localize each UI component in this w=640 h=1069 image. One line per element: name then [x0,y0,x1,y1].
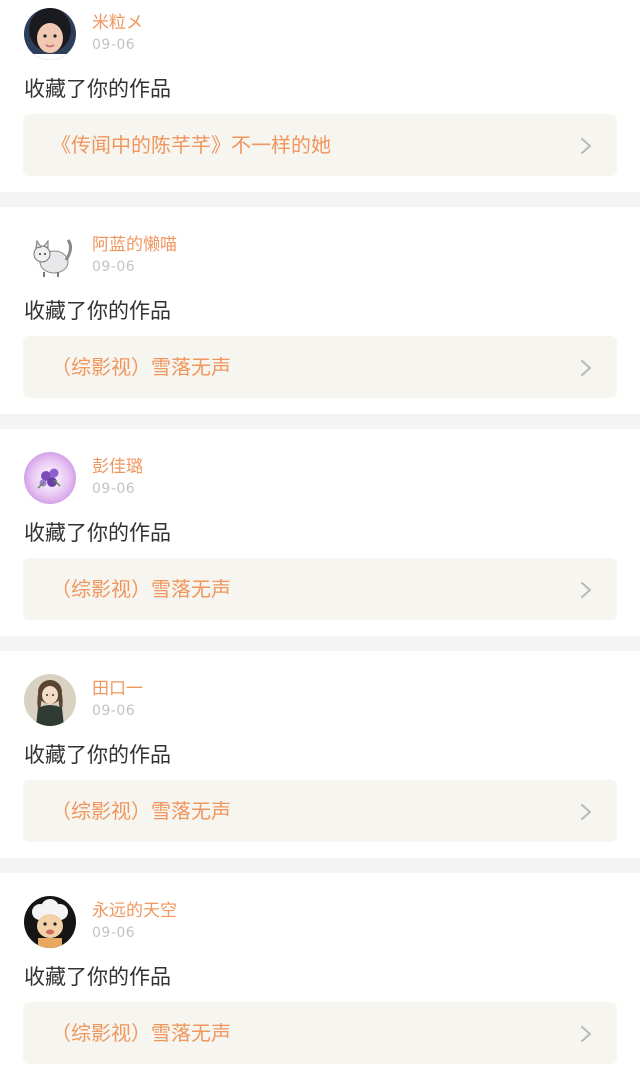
work-title: （综影视）雪落无声 [51,355,231,379]
username[interactable]: 田口一 [92,678,143,700]
purple-flowers-avatar-icon[interactable] [24,452,76,504]
activity-text: 收藏了你的作品 [24,521,171,545]
girl-portrait-avatar-icon[interactable] [24,8,76,60]
chevron-right-icon [579,1025,593,1043]
notification-card: 阿蓝的懒喵 09-06 收藏了你的作品 （综影视）雪落无声 [0,207,640,414]
username[interactable]: 米粒メ [92,12,143,34]
username[interactable]: 彭佳璐 [92,456,143,478]
cat-sketch-avatar-icon[interactable] [24,230,76,282]
chevron-right-icon [579,803,593,821]
work-title: 《传闻中的陈芊芊》不一样的她 [51,133,331,157]
work-link[interactable]: （综影视）雪落无声 [23,1002,617,1064]
work-link[interactable]: 《传闻中的陈芊芊》不一样的她 [23,114,617,176]
work-link[interactable]: （综影视）雪落无声 [23,558,617,620]
timestamp: 09-06 [92,37,136,53]
notification-card: 永远的天空 09-06 收藏了你的作品 （综影视）雪落无声 [0,873,640,1069]
activity-text: 收藏了你的作品 [24,743,171,767]
activity-text: 收藏了你的作品 [24,299,171,323]
username[interactable]: 阿蓝的懒喵 [92,234,177,256]
anime-girl-avatar-icon[interactable] [24,674,76,726]
chevron-right-icon [579,359,593,377]
username[interactable]: 永远的天空 [92,900,177,922]
notification-card: 米粒メ 09-06 收藏了你的作品 《传闻中的陈芊芊》不一样的她 [0,0,640,192]
timestamp: 09-06 [92,925,136,941]
work-link[interactable]: （综影视）雪落无声 [23,780,617,842]
work-title: （综影视）雪落无声 [51,799,231,823]
chevron-right-icon [579,137,593,155]
activity-text: 收藏了你的作品 [24,965,171,989]
activity-text: 收藏了你的作品 [24,77,171,101]
cartoon-sheep-avatar-icon[interactable] [24,896,76,948]
timestamp: 09-06 [92,259,136,275]
work-link[interactable]: （综影视）雪落无声 [23,336,617,398]
work-title: （综影视）雪落无声 [51,1021,231,1045]
timestamp: 09-06 [92,481,136,497]
notification-feed: 米粒メ 09-06 收藏了你的作品 《传闻中的陈芊芊》不一样的她 阿蓝的懒喵 0… [0,0,640,1069]
timestamp: 09-06 [92,703,136,719]
notification-card: 彭佳璐 09-06 收藏了你的作品 （综影视）雪落无声 [0,429,640,636]
notification-card: 田口一 09-06 收藏了你的作品 （综影视）雪落无声 [0,651,640,858]
work-title: （综影视）雪落无声 [51,577,231,601]
chevron-right-icon [579,581,593,599]
